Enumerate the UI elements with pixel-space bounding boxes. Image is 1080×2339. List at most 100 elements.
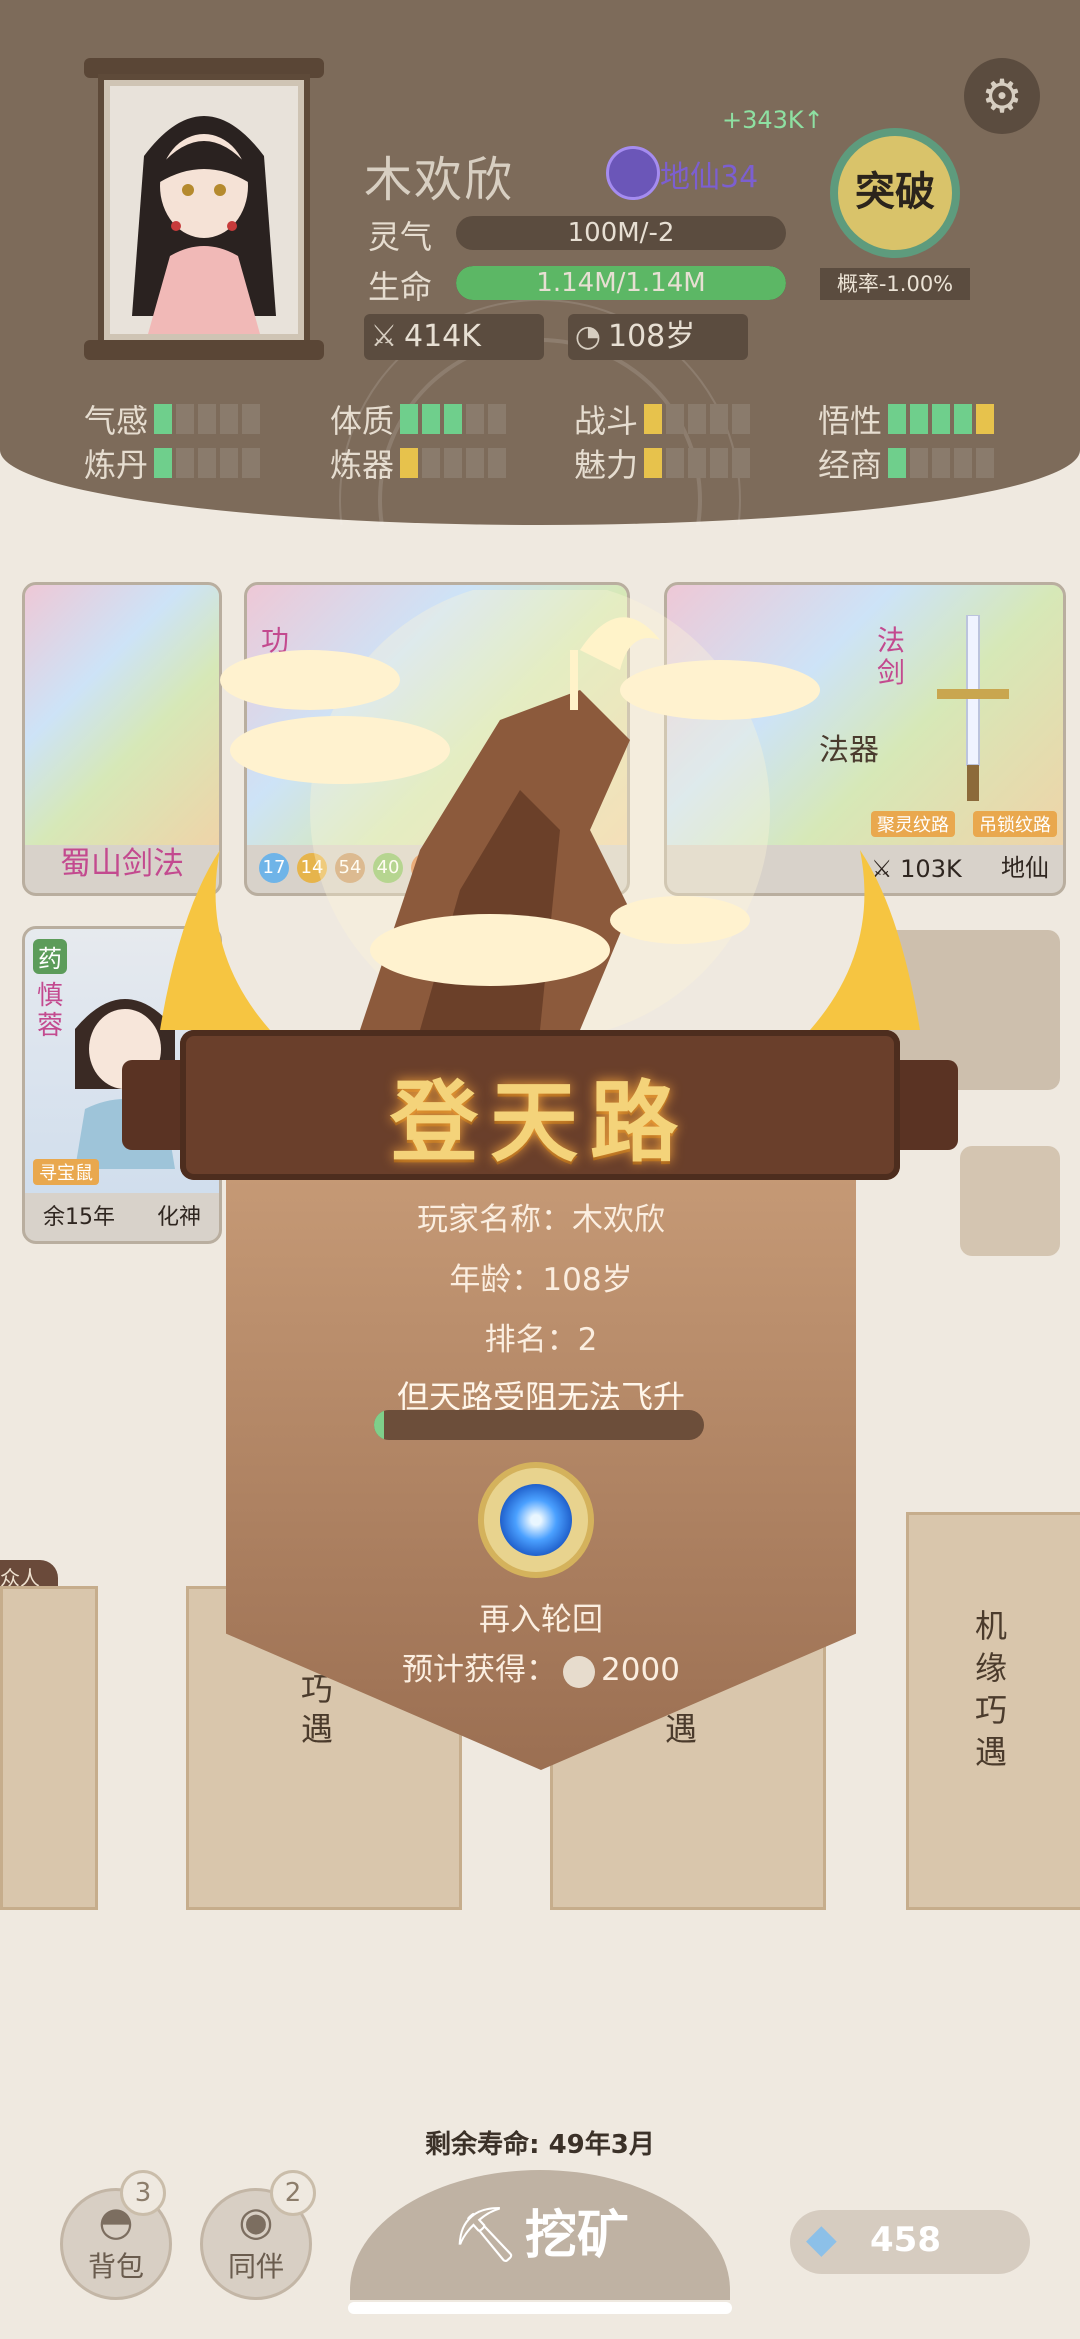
power-value: 414K: [404, 319, 481, 354]
age-pill: ◔ 108岁: [568, 314, 748, 360]
attribute-3: 悟性: [818, 396, 995, 442]
attribute-pip: [954, 448, 973, 478]
reward-label: 预计获得：: [402, 1652, 558, 1688]
attribute-pip: [644, 448, 663, 478]
age-line: 年龄：108岁: [449, 1262, 633, 1298]
event-scroll-right[interactable]: 机缘巧遇: [906, 1512, 1080, 1910]
attribute-pip: [932, 404, 951, 434]
attribute-label: 悟性: [818, 402, 883, 440]
gem-counter[interactable]: ◆ 458: [790, 2210, 1030, 2274]
attribute-pips: [400, 404, 507, 434]
attribute-pip: [688, 404, 707, 434]
attribute-pip: [666, 404, 685, 434]
attribute-pip: [176, 404, 195, 434]
dig-button[interactable]: ⛏ 挖矿: [350, 2170, 730, 2300]
attribute-2: 战斗: [574, 396, 751, 442]
age-value: 108岁: [608, 319, 696, 354]
attribute-pip: [154, 404, 173, 434]
attribute-pip: [644, 404, 663, 434]
attribute-pip: [242, 448, 261, 478]
attribute-pip: [710, 448, 729, 478]
coin-icon: [563, 1655, 596, 1688]
player-name-line: 玩家名称：木欢欣: [417, 1202, 665, 1238]
swirl-icon[interactable]: [500, 1484, 572, 1556]
attribute-pip: [176, 448, 195, 478]
rank-line: 排名：2: [484, 1322, 598, 1358]
reward-value: 2000: [601, 1652, 680, 1688]
attribute-pip: [710, 404, 729, 434]
dig-label: 挖矿: [524, 2206, 629, 2266]
attribute-pip: [466, 448, 485, 478]
attribute-pips: [644, 404, 751, 434]
modal-title: 登天路: [389, 1070, 690, 1174]
reincarnate-label[interactable]: 再入轮回: [226, 1594, 856, 1639]
bag-count-badge: 3: [120, 2170, 166, 2216]
companion-count-badge: 2: [270, 2170, 316, 2216]
attribute-pips: [154, 448, 261, 478]
companion-label: 同伴: [227, 2250, 284, 2283]
attribute-pips: [888, 448, 995, 478]
attribute-pips: [400, 448, 507, 478]
attribute-pip: [732, 404, 751, 434]
attribute-7: 经商: [818, 440, 995, 486]
reward-line: 预计获得： 2000: [226, 1644, 856, 1689]
sword-icon: [937, 615, 1009, 801]
gem-value: 458: [870, 2220, 941, 2260]
attribute-pip: [688, 448, 707, 478]
gain-indicator: +343K↑: [722, 106, 824, 134]
attribute-label: 气感: [84, 402, 149, 440]
attribute-pip: [466, 404, 485, 434]
scroll-text: 遇: [665, 1710, 698, 1748]
gear-icon[interactable]: ⚙: [964, 58, 1040, 134]
attribute-6: 魅力: [574, 440, 751, 486]
companion-tag: 寻宝鼠: [33, 1159, 99, 1185]
attribute-pip: [732, 448, 751, 478]
attribute-label: 体质: [330, 402, 395, 440]
avatar-illustration: [132, 116, 276, 334]
event-scroll-left[interactable]: [0, 1586, 98, 1910]
attribute-pip: [198, 404, 217, 434]
lingqi-value: 100M/-2: [567, 218, 675, 248]
attribute-pip: [488, 404, 507, 434]
companion-name: 慎蓉: [37, 981, 64, 1041]
companion-life: 余15年: [43, 1205, 115, 1230]
attribute-pip: [976, 448, 995, 478]
lingqi-label: 灵气: [368, 218, 433, 256]
attribute-pips: [154, 404, 261, 434]
attribute-pip: [220, 448, 239, 478]
attribute-4: 炼丹: [84, 440, 261, 486]
life-bar: 1.14M/1.14M: [456, 266, 786, 300]
scroll-icon[interactable]: [960, 1146, 1060, 1256]
pickaxe-icon: ⛏: [451, 2203, 520, 2266]
attribute-pip: [422, 448, 441, 478]
bag-label: 背包: [87, 2250, 144, 2283]
attribute-pips: [644, 448, 751, 478]
attribute-pip: [154, 448, 173, 478]
portrait-rod-bottom: [84, 340, 324, 360]
home-indicator[interactable]: [348, 2302, 732, 2314]
attribute-pip: [422, 404, 441, 434]
attribute-pip: [666, 448, 685, 478]
attribute-pip: [888, 448, 907, 478]
attribute-label: 炼器: [330, 446, 395, 484]
weapon-tag-right: 吊锁纹路: [973, 811, 1057, 837]
player-name: 木欢欣: [364, 152, 515, 208]
attribute-0: 气感: [84, 396, 261, 442]
attribute-pip: [220, 404, 239, 434]
attribute-label: 炼丹: [84, 446, 149, 484]
attribute-label: 魅力: [574, 446, 639, 484]
attribute-pip: [954, 404, 973, 434]
swords-icon: ⚔: [370, 319, 398, 354]
attribute-pip: [444, 448, 463, 478]
attribute-pip: [242, 404, 261, 434]
scroll-text: 机缘巧遇: [975, 1607, 1008, 1771]
attribute-pip: [910, 448, 929, 478]
lifespan-text: 剩余寿命: 49年3月: [425, 2130, 655, 2160]
attribute-pip: [400, 404, 419, 434]
companion-realm: 化神: [156, 1205, 201, 1230]
life-label: 生命: [368, 268, 433, 306]
breakthrough-button[interactable]: 突破: [830, 128, 960, 258]
avatar[interactable]: [110, 86, 298, 334]
companion-type: 药: [33, 939, 67, 974]
attribute-label: 战斗: [574, 402, 639, 440]
